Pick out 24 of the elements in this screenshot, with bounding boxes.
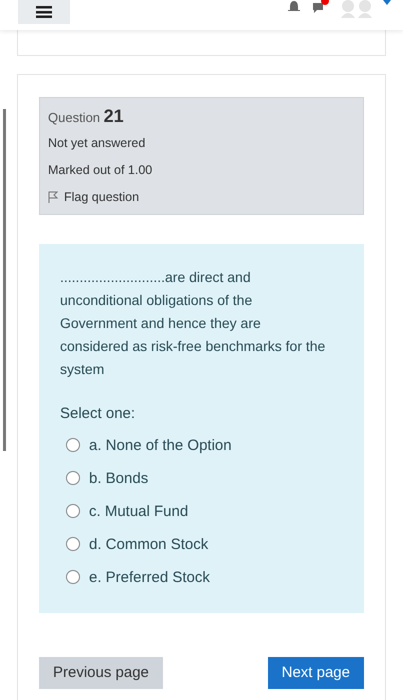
radio-button[interactable]	[66, 438, 80, 452]
answer-option[interactable]: d. Common Stock	[60, 534, 326, 554]
menu-button[interactable]	[18, 0, 70, 24]
marks-text: Marked out of 1.00	[48, 163, 154, 177]
caret-icon[interactable]	[383, 0, 391, 6]
radio-button[interactable]	[66, 471, 80, 485]
question-text: ...........................are direct and unconditional obligations of the Government and hence they are considered as risk-free benchmarks for the system	[60, 268, 326, 379]
select-prompt: Select one:	[60, 405, 136, 422]
chat-icon[interactable]	[311, 0, 329, 14]
radio-button[interactable]	[66, 537, 80, 551]
answer-status: Not yet answered	[48, 136, 146, 150]
bell-icon[interactable]	[287, 0, 301, 14]
previous-page-button[interactable]: Previous page	[39, 657, 163, 689]
answer-option[interactable]: b. Bonds	[60, 468, 326, 488]
answer-option[interactable]: a. None of the Option	[60, 435, 326, 455]
flag-icon	[48, 191, 58, 203]
radio-button[interactable]	[66, 570, 80, 584]
menu-icon	[36, 6, 52, 18]
question-number: Question 21	[48, 106, 125, 127]
answer-option[interactable]: e. Preferred Stock	[60, 567, 326, 587]
radio-button[interactable]	[66, 504, 80, 518]
flag-question-link[interactable]: Flag question	[48, 190, 355, 204]
answer-option[interactable]: c. Mutual Fund	[60, 501, 326, 521]
next-page-button[interactable]: Next page	[268, 657, 364, 689]
